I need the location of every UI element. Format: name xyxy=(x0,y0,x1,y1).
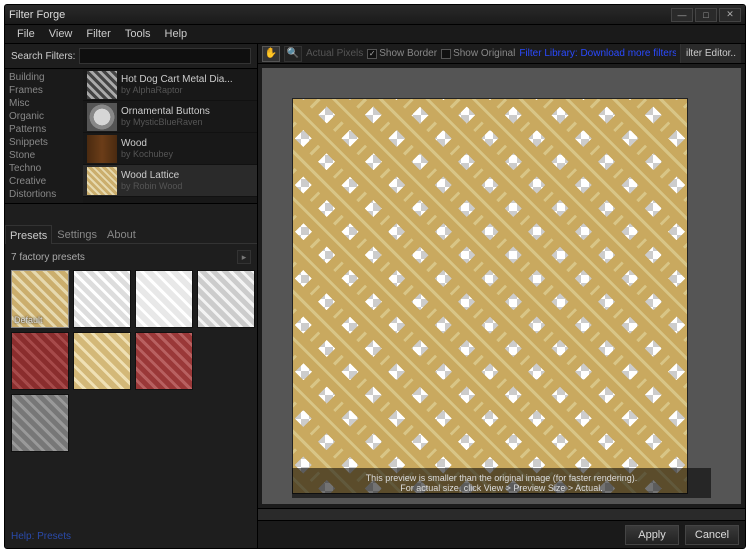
preset-item[interactable] xyxy=(135,270,193,328)
menu-bar: File View Filter Tools Help xyxy=(5,25,745,43)
close-button[interactable]: ✕ xyxy=(719,8,741,22)
menu-tools[interactable]: Tools xyxy=(119,26,157,42)
tab-settings[interactable]: Settings xyxy=(52,224,102,243)
filter-author: by Robin Wood xyxy=(121,181,182,192)
filter-author: by Kochubey xyxy=(121,149,173,160)
category-item[interactable]: Techno xyxy=(9,162,79,175)
filter-thumb xyxy=(87,103,117,131)
preview-toolbar: ✋ 🔍 Actual Pixels ✓Show Border Show Orig… xyxy=(258,44,745,64)
app-window: Filter Forge — □ ✕ File View Filter Tool… xyxy=(4,4,746,549)
filter-item[interactable]: Hot Dog Cart Metal Dia...by AlphaRaptor xyxy=(83,69,257,101)
magnifier-icon: 🔍 xyxy=(287,48,299,59)
right-panel: ✋ 🔍 Actual Pixels ✓Show Border Show Orig… xyxy=(258,44,745,548)
hint-line1: This preview is smaller than the origina… xyxy=(297,473,706,483)
horizontal-scrollbar[interactable] xyxy=(258,508,745,520)
filter-author: by AlphaRaptor xyxy=(121,85,233,96)
category-item[interactable]: Misc xyxy=(9,97,79,110)
preview-canvas xyxy=(292,98,688,494)
apply-button[interactable]: Apply xyxy=(625,525,679,545)
search-label: Search Filters: xyxy=(11,51,75,62)
filter-list: Hot Dog Cart Metal Dia...by AlphaRaptor … xyxy=(83,69,257,203)
preview-hint: This preview is smaller than the origina… xyxy=(292,468,711,498)
tab-presets[interactable]: Presets xyxy=(5,225,52,244)
preset-item[interactable] xyxy=(135,332,193,390)
menu-file[interactable]: File xyxy=(11,26,41,42)
category-item[interactable]: Stone xyxy=(9,149,79,162)
preview-viewport[interactable]: This preview is smaller than the origina… xyxy=(262,68,741,504)
filter-name: Wood Lattice xyxy=(121,170,182,181)
preset-default[interactable]: Default xyxy=(11,270,69,328)
hand-icon: ✋ xyxy=(265,48,277,59)
category-item[interactable]: Building xyxy=(9,71,79,84)
preset-item[interactable] xyxy=(11,332,69,390)
help-presets-link[interactable]: Help: Presets xyxy=(5,525,257,548)
filter-thumb xyxy=(87,71,117,99)
preset-item[interactable] xyxy=(73,332,131,390)
category-item[interactable]: Frames xyxy=(9,84,79,97)
show-border-label: Show Border xyxy=(379,48,437,59)
category-item[interactable]: Patterns xyxy=(9,123,79,136)
category-item[interactable]: Creative xyxy=(9,175,79,188)
app-title: Filter Forge xyxy=(9,9,65,21)
zoom-tool-button[interactable]: 🔍 xyxy=(284,46,302,62)
hand-tool-button[interactable]: ✋ xyxy=(262,46,280,62)
show-border-checkbox[interactable]: ✓Show Border xyxy=(367,48,437,59)
show-original-label: Show Original xyxy=(453,48,515,59)
filter-item-selected[interactable]: Wood Latticeby Robin Wood xyxy=(83,165,257,197)
filter-item[interactable]: Woodby Kochubey xyxy=(83,133,257,165)
preset-item[interactable] xyxy=(73,270,131,328)
preset-item[interactable] xyxy=(11,394,69,452)
filter-library-link[interactable]: Filter Library: Download more filters! xyxy=(519,48,676,59)
show-original-checkbox[interactable]: Show Original xyxy=(441,48,515,59)
preset-label: Default xyxy=(14,315,43,325)
filter-name: Ornamental Buttons xyxy=(121,106,210,117)
presets-grid: Default xyxy=(5,270,257,452)
filter-name: Wood xyxy=(121,138,173,149)
category-item[interactable]: Organic xyxy=(9,110,79,123)
tab-about[interactable]: About xyxy=(102,224,141,243)
category-item[interactable]: Distortions xyxy=(9,188,79,201)
category-item[interactable]: Snippets xyxy=(9,136,79,149)
maximize-button[interactable]: □ xyxy=(695,8,717,22)
filter-name: Hot Dog Cart Metal Dia... xyxy=(121,74,233,85)
left-panel: Search Filters: Building Frames Misc Org… xyxy=(5,44,258,548)
hint-line2: For actual size, click View > Preview Si… xyxy=(297,483,706,493)
actual-pixels-label[interactable]: Actual Pixels xyxy=(306,48,363,59)
menu-view[interactable]: View xyxy=(43,26,79,42)
filter-editor-button[interactable]: ilter Editor.. xyxy=(680,44,741,63)
filter-item[interactable]: Ornamental Buttonsby MysticBlueRaven xyxy=(83,101,257,133)
category-list: Building Frames Misc Organic Patterns Sn… xyxy=(5,69,83,203)
footer-bar: Apply Cancel xyxy=(258,520,745,548)
preset-item[interactable] xyxy=(197,270,255,328)
menu-help[interactable]: Help xyxy=(159,26,194,42)
filter-thumb xyxy=(87,167,117,195)
title-bar[interactable]: Filter Forge — □ ✕ xyxy=(5,5,745,25)
menu-filter[interactable]: Filter xyxy=(80,26,116,42)
search-input[interactable] xyxy=(79,48,251,64)
detail-tabs: Presets Settings About xyxy=(5,224,257,244)
presets-next-button[interactable]: ▸ xyxy=(237,250,251,264)
filter-thumb xyxy=(87,135,117,163)
filter-author: by MysticBlueRaven xyxy=(121,117,210,128)
presets-count: 7 factory presets xyxy=(11,252,85,263)
cancel-button[interactable]: Cancel xyxy=(685,525,739,545)
minimize-button[interactable]: — xyxy=(671,8,693,22)
